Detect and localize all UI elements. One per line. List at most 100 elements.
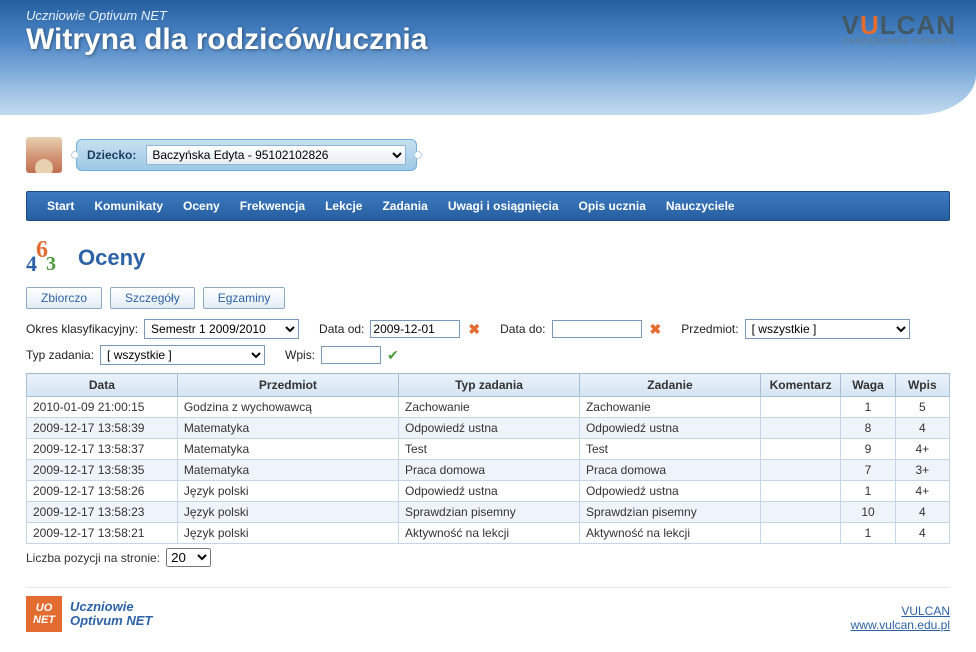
table-cell: 2009-12-17 13:58:21: [27, 523, 178, 544]
table-cell: 2009-12-17 13:58:35: [27, 460, 178, 481]
table-cell: [760, 418, 840, 439]
table-cell: 1: [841, 523, 895, 544]
grades-table: Data Przedmiot Typ zadania Zadanie Komen…: [26, 373, 950, 544]
table-cell: Aktywność na lekcji: [579, 523, 760, 544]
table-cell: 1: [841, 481, 895, 502]
child-select[interactable]: Baczyńska Edyta - 95102102826: [146, 145, 406, 165]
child-selector: Dziecko: Baczyńska Edyta - 95102102826: [76, 139, 417, 171]
nav-start[interactable]: Start: [37, 199, 84, 213]
table-row: 2009-12-17 13:58:35MatematykaPraca domow…: [27, 460, 950, 481]
th-przedmiot[interactable]: Przedmiot: [177, 374, 398, 397]
table-cell: Odpowiedź ustna: [399, 418, 580, 439]
nav-opis[interactable]: Opis ucznia: [569, 199, 656, 213]
data-do-input[interactable]: [552, 320, 642, 338]
table-cell: Sprawdzian pisemny: [579, 502, 760, 523]
data-do-label: Data do:: [500, 322, 545, 336]
table-cell: [760, 523, 840, 544]
table-cell: Praca domowa: [399, 460, 580, 481]
table-cell: Odpowiedź ustna: [579, 481, 760, 502]
table-cell: 10: [841, 502, 895, 523]
table-cell: Praca domowa: [579, 460, 760, 481]
data-od-clear-icon[interactable]: ✖: [466, 321, 482, 338]
table-cell: [760, 397, 840, 418]
nav-frekwencja[interactable]: Frekwencja: [230, 199, 315, 213]
nav-oceny[interactable]: Oceny: [173, 199, 230, 213]
vulcan-logo: VULCAN ZARZĄDZANIE OŚWIATĄ: [842, 10, 956, 46]
table-cell: 1: [841, 397, 895, 418]
footer-link-vulcan[interactable]: VULCAN: [851, 604, 950, 618]
page-title: Oceny: [78, 245, 145, 271]
th-zadanie[interactable]: Zadanie: [579, 374, 760, 397]
table-cell: 4: [895, 418, 949, 439]
data-od-input[interactable]: [370, 320, 460, 338]
header-title: Witryna dla rodziców/ucznia: [26, 23, 950, 57]
okres-label: Okres klasyfikacyjny:: [26, 322, 138, 336]
table-cell: 2009-12-17 13:58:23: [27, 502, 178, 523]
okres-select[interactable]: Semestr 1 2009/2010: [144, 319, 299, 339]
th-komentarz[interactable]: Komentarz: [760, 374, 840, 397]
table-cell: 9: [841, 439, 895, 460]
pager-label: Liczba pozycji na stronie:: [26, 551, 160, 565]
table-cell: Godzina z wychowawcą: [177, 397, 398, 418]
table-cell: Matematyka: [177, 439, 398, 460]
table-cell: 2010-01-09 21:00:15: [27, 397, 178, 418]
table-cell: Matematyka: [177, 418, 398, 439]
data-do-clear-icon[interactable]: ✖: [648, 321, 664, 338]
nav-lekcje[interactable]: Lekcje: [315, 199, 372, 213]
table-cell: Aktywność na lekcji: [399, 523, 580, 544]
header-banner: Uczniowie Optivum NET Witryna dla rodzic…: [0, 0, 976, 115]
table-cell: Zachowanie: [399, 397, 580, 418]
table-cell: Zachowanie: [579, 397, 760, 418]
th-waga[interactable]: Waga: [841, 374, 895, 397]
pager-select[interactable]: 20: [166, 548, 211, 567]
typ-select[interactable]: [ wszystkie ]: [100, 345, 265, 365]
data-od-label: Data od:: [319, 322, 364, 336]
main-nav: Start Komunikaty Oceny Frekwencja Lekcje…: [26, 191, 950, 221]
table-cell: Język polski: [177, 502, 398, 523]
table-cell: 2009-12-17 13:58:26: [27, 481, 178, 502]
tab-zbiorczo[interactable]: Zbiorczo: [26, 287, 102, 309]
table-cell: 8: [841, 418, 895, 439]
table-cell: Test: [579, 439, 760, 460]
table-row: 2010-01-09 21:00:15Godzina z wychowawcąZ…: [27, 397, 950, 418]
wpis-label: Wpis:: [285, 348, 315, 362]
footer-link-url[interactable]: www.vulcan.edu.pl: [851, 618, 950, 632]
tab-egzaminy[interactable]: Egzaminy: [203, 287, 286, 309]
table-cell: Odpowiedź ustna: [579, 418, 760, 439]
table-cell: Test: [399, 439, 580, 460]
przedmiot-select[interactable]: [ wszystkie ]: [745, 319, 910, 339]
tab-szczegoly[interactable]: Szczegóły: [110, 287, 195, 309]
table-row: 2009-12-17 13:58:23Język polskiSprawdzia…: [27, 502, 950, 523]
nav-uwagi[interactable]: Uwagi i osiągnięcia: [438, 199, 569, 213]
wpis-check-icon: ✔: [387, 347, 399, 364]
table-cell: Język polski: [177, 523, 398, 544]
table-cell: Sprawdzian pisemny: [399, 502, 580, 523]
table-cell: 3+: [895, 460, 949, 481]
table-cell: 2009-12-17 13:58:37: [27, 439, 178, 460]
table-cell: 4: [895, 502, 949, 523]
table-cell: 2009-12-17 13:58:39: [27, 418, 178, 439]
grades-icon: 643: [26, 241, 68, 275]
table-cell: 4: [895, 523, 949, 544]
table-cell: 7: [841, 460, 895, 481]
nav-komunikaty[interactable]: Komunikaty: [84, 199, 173, 213]
table-row: 2009-12-17 13:58:37MatematykaTestTest94+: [27, 439, 950, 460]
table-cell: Odpowiedź ustna: [399, 481, 580, 502]
child-label: Dziecko:: [87, 148, 136, 162]
nav-nauczyciele[interactable]: Nauczyciele: [656, 199, 745, 213]
th-typ[interactable]: Typ zadania: [399, 374, 580, 397]
table-cell: Matematyka: [177, 460, 398, 481]
wpis-input[interactable]: [321, 346, 381, 364]
table-cell: 4+: [895, 481, 949, 502]
table-cell: 4+: [895, 439, 949, 460]
table-cell: Język polski: [177, 481, 398, 502]
uonet-icon: UO NET: [26, 596, 62, 632]
nav-zadania[interactable]: Zadania: [372, 199, 437, 213]
th-data[interactable]: Data: [27, 374, 178, 397]
table-cell: [760, 439, 840, 460]
przedmiot-label: Przedmiot:: [681, 322, 738, 336]
table-cell: [760, 460, 840, 481]
table-cell: [760, 481, 840, 502]
th-wpis[interactable]: Wpis: [895, 374, 949, 397]
table-row: 2009-12-17 13:58:26Język polskiOdpowiedź…: [27, 481, 950, 502]
